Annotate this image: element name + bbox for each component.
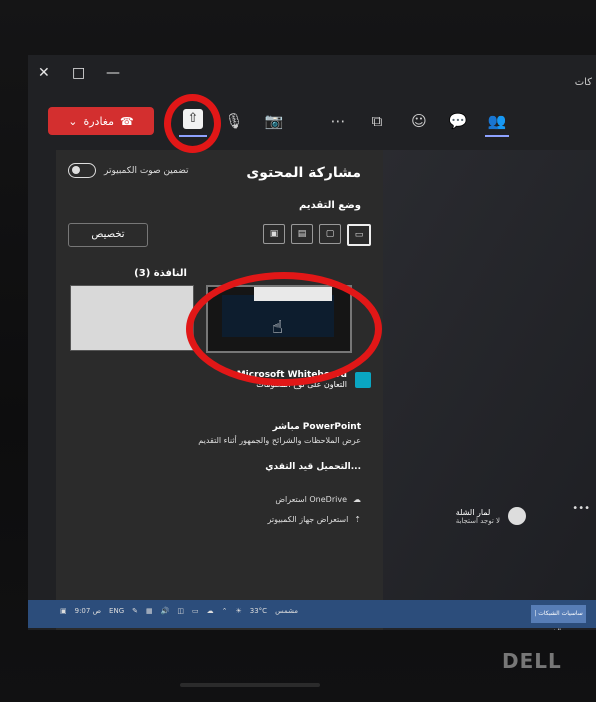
cloud-icon: ☁ (353, 495, 361, 504)
meeting-toolbar: ⌄ مغادرة ☎ ⇧ 🎙 📷 ⋯ ⧉ ☺ 💬 👥 (28, 101, 596, 139)
notification-icon[interactable]: ▣ (60, 607, 67, 615)
highlight-ring-share-button (164, 94, 221, 153)
customize-button[interactable]: تخصيص (68, 223, 148, 247)
dell-logo: DELL (502, 649, 562, 673)
taskbar-app-button[interactable]: ساسيات الشبكات | الشـ... (531, 605, 586, 630)
microphone-button[interactable]: 🎙 (224, 111, 244, 131)
computer-label: استعراض جهاز الكمبيوتر (267, 515, 349, 524)
powerpoint-live-title[interactable]: مباشر PowerPoint (273, 422, 361, 432)
reactions-button[interactable]: ☺ (409, 111, 429, 131)
window-titlebar: ✕ □ — كات (28, 55, 596, 95)
window-section-label: النافذة (3) (134, 268, 187, 279)
mode-content-only[interactable]: ▭ (347, 224, 371, 246)
volume-icon[interactable]: 🔊 (161, 607, 170, 615)
chevron-up-icon[interactable]: ⌃ (222, 607, 228, 615)
include-audio-label: تضمين صوت الكمبيوتر (104, 165, 189, 176)
chat-button[interactable]: 💬 (448, 111, 468, 131)
people-tab-indicator (485, 135, 509, 137)
windows-taskbar: ▣ 9:07 ص ENG ✎ ▦ 🔊 ◫ ▭ ☁ ⌃ ☀ 33°C مشمس س… (28, 600, 596, 630)
powerpoint-live-subtitle: عرض الملاحظات والشرائح والجمهور أثناء ال… (198, 436, 361, 445)
window-thumbnail[interactable] (70, 285, 194, 351)
leave-label: مغادرة (83, 114, 115, 128)
onedrive-tray-icon[interactable]: ☁ (207, 607, 214, 615)
weather-sun-icon: ☀ (235, 607, 242, 615)
user-name: لمار الشلة (455, 507, 491, 517)
presenter-mode-label: وضع التقديم (298, 200, 361, 211)
temperature: 33°C (249, 607, 268, 615)
upload-status: التحميل قيد التقدي... (265, 462, 361, 472)
laptop-hinge (180, 683, 320, 687)
avatar (508, 507, 526, 525)
language-indicator[interactable]: ENG (109, 607, 124, 615)
whiteboard-icon (355, 371, 371, 388)
onedrive-label: استعراض OneDrive (275, 495, 347, 504)
window-title-fragment: كات (574, 77, 592, 88)
browse-computer[interactable]: استعراض جهاز الكمبيوتر ⇡ (267, 515, 361, 524)
chevron-down-icon[interactable]: ⌄ (68, 115, 77, 128)
weather-condition: مشمس (275, 607, 299, 615)
share-content-panel: مشاركة المحتوى تضمين صوت الكمبيوتر وضع ا… (56, 150, 383, 630)
more-actions-button[interactable]: ⋯ (328, 111, 348, 131)
meeting-icon[interactable]: ▦ (146, 607, 153, 615)
video-stage (383, 150, 596, 630)
close-button[interactable]: ✕ (38, 65, 50, 81)
pen-icon[interactable]: ✎ (132, 607, 138, 615)
toggle-switch[interactable] (68, 163, 96, 178)
mode-side-by-side[interactable]: ▣ (263, 224, 285, 244)
restore-button[interactable]: □ (72, 65, 85, 81)
leave-button[interactable]: ⌄ مغادرة ☎ (48, 107, 154, 135)
user-profile: لمار الشلة لا توجد استجابة (456, 507, 526, 525)
mode-standout[interactable]: ▢ (319, 224, 341, 244)
camera-off-button[interactable]: 📷 (264, 111, 284, 131)
network-icon[interactable]: ◫ (177, 607, 184, 615)
upload-icon: ⇡ (354, 515, 361, 524)
presenter-mode-options: ▣ ▤ ▢ ▭ (263, 224, 371, 246)
phone-hangup-icon: ☎ (120, 114, 134, 128)
clock[interactable]: 9:07 ص (75, 607, 101, 615)
battery-icon[interactable]: ▭ (192, 607, 199, 615)
people-button[interactable]: 👥 (487, 111, 507, 131)
user-status: لا توجد استجابة (455, 516, 500, 525)
minimize-button[interactable]: — (106, 65, 120, 81)
panel-title: مشاركة المحتوى (246, 165, 361, 181)
include-audio-toggle[interactable]: تضمين صوت الكمبيوتر (68, 163, 189, 178)
breakout-rooms-button[interactable]: ⧉ (367, 111, 387, 131)
mode-reporter[interactable]: ▤ (291, 224, 313, 244)
highlight-ring-thumbnail (186, 272, 382, 386)
ellipsis-icon[interactable]: ••• (572, 503, 590, 514)
browse-onedrive[interactable]: استعراض OneDrive ☁ (275, 495, 361, 504)
system-tray: ▣ 9:07 ص ENG ✎ ▦ 🔊 ◫ ▭ ☁ ⌃ ☀ 33°C مشمس (60, 607, 298, 615)
